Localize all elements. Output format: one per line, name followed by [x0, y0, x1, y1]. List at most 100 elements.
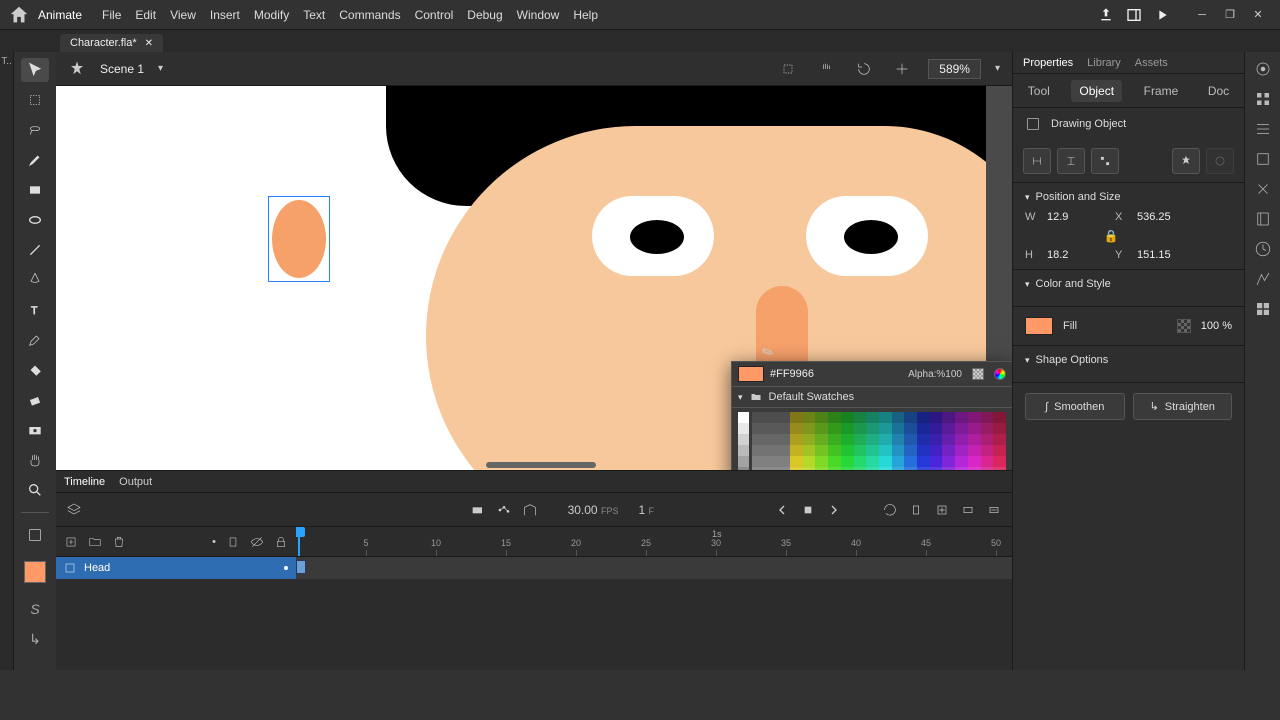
eraser-tool[interactable] [21, 388, 49, 412]
position-size-header[interactable]: ▾Position and Size [1025, 191, 1232, 203]
color-style-header[interactable]: ▾Color and Style [1025, 278, 1232, 290]
library-tab[interactable]: Library [1087, 57, 1121, 69]
scene-dropdown-icon[interactable]: ▾ [158, 63, 163, 74]
options-toggle[interactable]: ↳ [29, 631, 41, 648]
menu-control[interactable]: Control [415, 8, 454, 22]
window-close[interactable]: ✕ [1244, 5, 1272, 25]
canvas[interactable]: ✎ #FF9966 Alpha:%100 ▾ Default Swatches [56, 86, 1012, 470]
share-icon[interactable] [1098, 7, 1114, 23]
x-field[interactable]: 536.25 [1137, 211, 1197, 223]
subtab-doc[interactable]: Doc [1200, 80, 1237, 102]
grayscale-column[interactable] [738, 412, 749, 470]
clip-icon[interactable] [780, 61, 796, 77]
distribute-button[interactable] [1091, 148, 1119, 174]
menu-insert[interactable]: Insert [210, 8, 240, 22]
free-transform-tool[interactable] [21, 88, 49, 112]
rectangle-tool[interactable] [21, 178, 49, 202]
line-tool[interactable] [21, 238, 49, 262]
layer-row[interactable]: Head [56, 557, 1012, 579]
menu-commands[interactable]: Commands [339, 8, 400, 22]
info-panel-icon[interactable] [1254, 180, 1272, 198]
panels-icon[interactable] [1126, 7, 1142, 23]
subtab-frame[interactable]: Frame [1136, 80, 1187, 102]
library-panel-icon[interactable] [1254, 210, 1272, 228]
color-wheel-icon[interactable] [994, 368, 1006, 380]
transform-panel-icon[interactable] [1254, 150, 1272, 168]
menu-debug[interactable]: Debug [467, 8, 502, 22]
picker-hex[interactable]: #FF9966 [770, 368, 814, 380]
keyframe[interactable] [296, 560, 306, 574]
lock-aspect-icon[interactable]: 🔒 [1025, 229, 1197, 243]
keyframe-camera-icon[interactable] [470, 502, 486, 518]
close-tab-icon[interactable]: ✕ [145, 38, 153, 49]
hand-tool[interactable] [21, 448, 49, 472]
playhead[interactable] [298, 527, 300, 556]
subtab-tool[interactable]: Tool [1020, 80, 1058, 102]
width-field[interactable]: 12.9 [1047, 211, 1107, 223]
menu-help[interactable]: Help [573, 8, 598, 22]
snap-toggle[interactable]: S [30, 601, 39, 617]
new-folder-icon[interactable] [88, 535, 102, 549]
layers-icon[interactable] [66, 502, 82, 518]
onion-icon[interactable] [522, 502, 538, 518]
prev-icon[interactable] [774, 502, 790, 518]
window-restore[interactable]: ❐ [1216, 5, 1244, 25]
insert-keyframe-icon[interactable] [908, 502, 924, 518]
text-tool[interactable]: T [21, 298, 49, 322]
stroke-swatch-tool[interactable] [21, 523, 49, 547]
stop-icon[interactable] [800, 502, 816, 518]
graph-icon[interactable] [496, 502, 512, 518]
menu-window[interactable]: Window [517, 8, 560, 22]
loop-icon[interactable] [882, 502, 898, 518]
swatches-collapse-icon[interactable]: ▾ [738, 392, 743, 403]
swatches-panel-icon[interactable] [1254, 90, 1272, 108]
menu-edit[interactable]: Edit [135, 8, 156, 22]
menu-modify[interactable]: Modify [254, 8, 289, 22]
y-field[interactable]: 151.15 [1137, 249, 1197, 261]
subtab-object[interactable]: Object [1071, 80, 1122, 102]
menu-view[interactable]: View [170, 8, 196, 22]
brush-tool[interactable] [21, 148, 49, 172]
assets-tab[interactable]: Assets [1135, 57, 1168, 69]
camera-tool[interactable] [21, 418, 49, 442]
layer-frames[interactable] [296, 557, 1012, 579]
home-icon[interactable] [8, 4, 30, 26]
alpha-chip[interactable] [1177, 319, 1191, 333]
menu-text[interactable]: Text [303, 8, 325, 22]
window-minimize[interactable]: ─ [1188, 5, 1216, 25]
picker-current-color[interactable] [738, 366, 764, 382]
lasso-tool[interactable] [21, 118, 49, 142]
scene-name[interactable]: Scene 1 [100, 62, 144, 76]
horizontal-scrollbar[interactable] [486, 462, 596, 468]
frame-ruler[interactable]: 5101520253035404550556065707580859095100… [296, 527, 1012, 556]
remove-frame-icon[interactable] [986, 502, 1002, 518]
zoom-tool[interactable] [21, 478, 49, 502]
new-layer-icon[interactable] [64, 535, 78, 549]
delete-layer-icon[interactable] [112, 535, 126, 549]
oval-tool[interactable] [21, 208, 49, 232]
grid-panel-icon[interactable] [1254, 300, 1272, 318]
fill-color-swatch[interactable] [24, 561, 46, 583]
height-field[interactable]: 18.2 [1047, 249, 1107, 261]
shape-options-header[interactable]: ▾Shape Options [1025, 354, 1232, 366]
fill-alpha-field[interactable]: 100 % [1201, 320, 1232, 332]
lock-toggle-icon[interactable] [274, 535, 288, 549]
fps-value[interactable]: 30.00 [568, 503, 598, 517]
align-vert-button[interactable] [1057, 148, 1085, 174]
document-tab[interactable]: Character.fla* ✕ [60, 34, 163, 52]
eyedropper-tool[interactable] [21, 328, 49, 352]
no-color-icon[interactable] [972, 368, 984, 380]
layer-name[interactable]: Head [84, 562, 110, 574]
insert-blank-icon[interactable] [934, 502, 950, 518]
color-panel-icon[interactable] [1254, 60, 1272, 78]
hand-icon[interactable] [818, 61, 834, 77]
zoom-field[interactable]: 589% [928, 59, 981, 79]
scene-icon[interactable] [68, 60, 86, 78]
zoom-dropdown-icon[interactable]: ▾ [995, 63, 1000, 74]
visibility-toggle-icon[interactable] [250, 535, 264, 549]
convert-symbol-button[interactable] [1206, 148, 1234, 174]
pen-tool[interactable] [21, 268, 49, 292]
color-grid[interactable] [752, 412, 1006, 470]
history-panel-icon[interactable] [1254, 240, 1272, 258]
selected-oval[interactable] [268, 196, 330, 282]
